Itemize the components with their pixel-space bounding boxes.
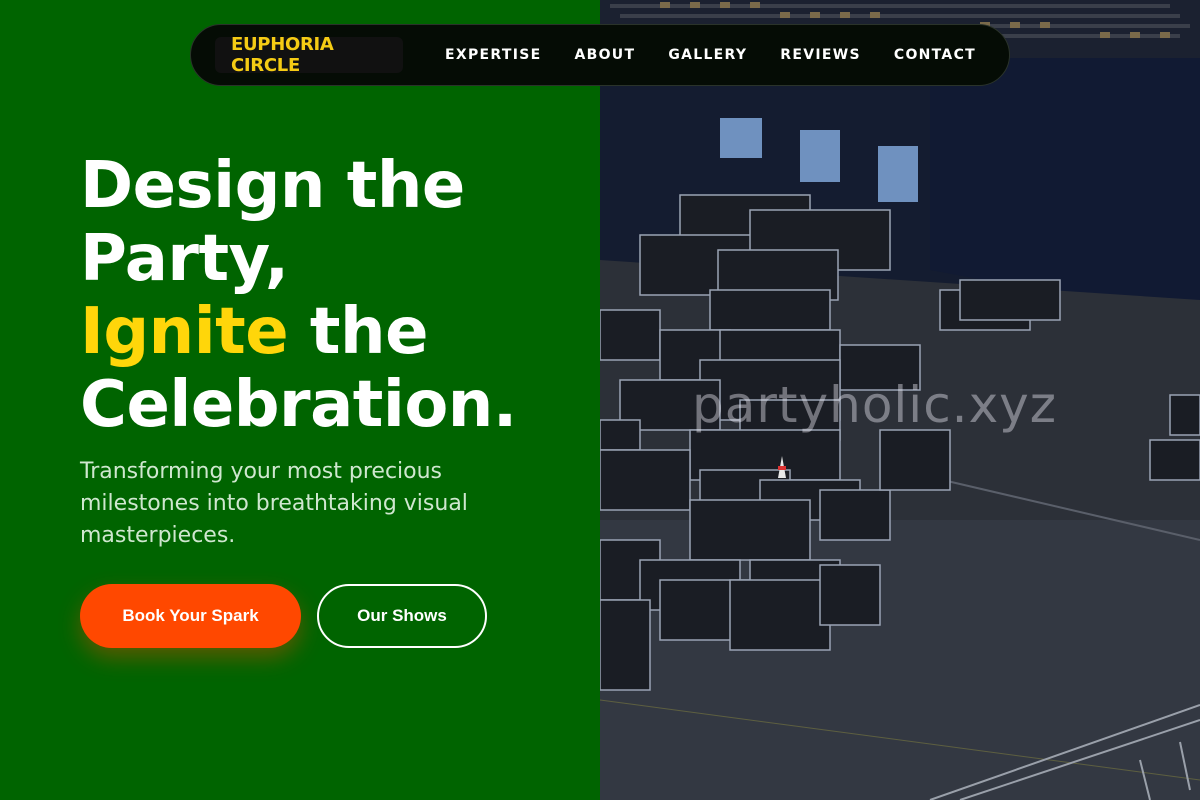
top-navigation: EUPHORIA CIRCLE EXPERTISE ABOUT GALLERY …	[190, 24, 1010, 86]
hero-title-line3: the	[288, 295, 429, 369]
nav-link-reviews[interactable]: REVIEWS	[780, 47, 861, 63]
nav-links: EXPERTISE ABOUT GALLERY REVIEWS CONTACT	[445, 47, 1009, 63]
hero-subtitle: Transforming your most precious mileston…	[80, 459, 468, 548]
nav-link-expertise[interactable]: EXPERTISE	[445, 47, 541, 63]
hero-title-line2: Party,	[80, 222, 289, 296]
nav-link-about[interactable]: ABOUT	[574, 47, 635, 63]
hero-title: Design the Party, Ignite the Celebration…	[80, 150, 580, 442]
our-shows-button[interactable]: Our Shows	[317, 584, 487, 648]
book-your-spark-button[interactable]: Book Your Spark	[80, 584, 301, 648]
hero-title-line1: Design the	[80, 149, 465, 223]
hero-title-accent: Ignite	[80, 295, 289, 369]
image-watermark: partyholic.xyz	[692, 376, 1058, 434]
nav-link-contact[interactable]: CONTACT	[894, 47, 976, 63]
hero-image: partyholic.xyz	[600, 0, 1200, 800]
hero-title-line4: Celebration.	[80, 368, 517, 442]
brand-logo[interactable]: EUPHORIA CIRCLE	[215, 34, 404, 76]
nav-link-gallery[interactable]: GALLERY	[668, 47, 747, 63]
